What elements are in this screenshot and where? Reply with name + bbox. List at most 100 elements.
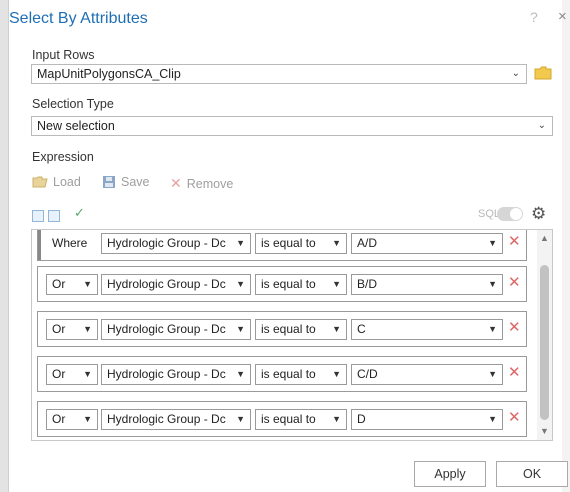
value-dropdown[interactable]: C ▼ [351, 319, 503, 340]
dropdown-arrow-icon: ▼ [330, 410, 341, 429]
operator-dropdown[interactable]: is equal to ▼ [255, 319, 347, 340]
close-icon[interactable]: × [558, 8, 567, 25]
right-panel-edge [562, 0, 570, 492]
remove-clause-icon[interactable]: ✕ [508, 363, 521, 381]
selection-type-value: New selection [37, 119, 115, 133]
connector-value: Or [52, 322, 66, 336]
field-value: Hydrologic Group - Dc [107, 412, 226, 426]
dropdown-arrow-icon: ▼ [330, 234, 341, 253]
field-value: Hydrologic Group - Dc [107, 277, 226, 291]
verify-check-icon[interactable]: ✓ [74, 205, 85, 221]
connector-dropdown[interactable]: Or ▼ [46, 274, 98, 295]
field-dropdown[interactable]: Hydrologic Group - Dc ▼ [101, 409, 251, 430]
input-rows-label: Input Rows [32, 48, 95, 62]
field-dropdown[interactable]: Hydrologic Group - Dc ▼ [101, 233, 251, 254]
connector-value: Or [52, 412, 66, 426]
value-text: B/D [357, 277, 378, 291]
chevron-down-icon[interactable]: ⌄ [512, 65, 520, 83]
remove-icon: ✕ [170, 175, 182, 191]
dropdown-arrow-icon: ▼ [330, 320, 341, 339]
field-value: Hydrologic Group - Dc [107, 367, 226, 381]
value-text: A/D [357, 236, 378, 250]
clause-mode-icon[interactable] [32, 210, 44, 222]
field-value: Hydrologic Group - Dc [107, 322, 226, 336]
save-label: Save [121, 175, 150, 189]
dropdown-arrow-icon: ▼ [234, 365, 245, 384]
field-dropdown[interactable]: Hydrologic Group - Dc ▼ [101, 364, 251, 385]
value-dropdown[interactable]: A/D ▼ [351, 233, 503, 254]
field-dropdown[interactable]: Hydrologic Group - Dc ▼ [101, 274, 251, 295]
remove-clause-icon[interactable]: ✕ [508, 273, 521, 291]
connector-dropdown[interactable]: Or ▼ [46, 364, 98, 385]
dropdown-arrow-icon: ▼ [486, 365, 497, 384]
value-text: D [357, 412, 366, 426]
connector-value: Or [52, 367, 66, 381]
row-drag-handle[interactable] [38, 230, 41, 260]
clause-connector: Where [46, 233, 98, 254]
operator-dropdown[interactable]: is equal to ▼ [255, 274, 347, 295]
chevron-down-icon[interactable]: ⌄ [538, 117, 546, 135]
selection-type-dropdown[interactable]: New selection ⌄ [31, 116, 553, 136]
connector-value: Or [52, 277, 66, 291]
dropdown-arrow-icon: ▼ [486, 410, 497, 429]
scroll-up-icon[interactable]: ▲ [540, 233, 549, 243]
connector-dropdown[interactable]: Or ▼ [46, 409, 98, 430]
operator-dropdown[interactable]: is equal to ▼ [255, 233, 347, 254]
help-icon[interactable]: ? [530, 9, 538, 25]
dropdown-arrow-icon: ▼ [486, 275, 497, 294]
operator-value: is equal to [261, 412, 316, 426]
expression-label: Expression [32, 150, 94, 164]
folder-open-icon [32, 176, 48, 188]
toggle-knob [510, 208, 522, 220]
left-panel-edge [0, 0, 9, 492]
sql-mode-icon[interactable] [48, 210, 60, 222]
dropdown-arrow-icon: ▼ [234, 234, 245, 253]
operator-dropdown[interactable]: is equal to ▼ [255, 409, 347, 430]
remove-clause-icon[interactable]: ✕ [508, 318, 521, 336]
operator-value: is equal to [261, 322, 316, 336]
dropdown-arrow-icon: ▼ [234, 320, 245, 339]
input-rows-value: MapUnitPolygonsCA_Clip [37, 67, 181, 81]
value-dropdown[interactable]: B/D ▼ [351, 274, 503, 295]
load-button[interactable]: Load [32, 175, 81, 189]
remove-label: Remove [186, 176, 234, 191]
folder-icon[interactable] [534, 66, 552, 80]
dropdown-arrow-icon: ▼ [81, 320, 92, 339]
apply-button[interactable]: Apply [414, 461, 486, 487]
input-rows-dropdown[interactable]: MapUnitPolygonsCA_Clip ⌄ [31, 64, 527, 84]
value-dropdown[interactable]: C/D ▼ [351, 364, 503, 385]
remove-clause-icon[interactable]: ✕ [508, 232, 521, 250]
operator-value: is equal to [261, 277, 316, 291]
scroll-thumb[interactable] [540, 265, 549, 420]
operator-value: is equal to [261, 236, 316, 250]
dropdown-arrow-icon: ▼ [81, 410, 92, 429]
clause-row: Where Hydrologic Group - Dc ▼ is equal to… [37, 230, 527, 261]
operator-value: is equal to [261, 367, 316, 381]
dropdown-arrow-icon: ▼ [81, 275, 92, 294]
sql-toggle[interactable] [497, 207, 523, 221]
field-value: Hydrologic Group - Dc [107, 236, 226, 250]
save-button[interactable]: Save [102, 175, 150, 189]
dropdown-arrow-icon: ▼ [234, 410, 245, 429]
dropdown-arrow-icon: ▼ [330, 275, 341, 294]
operator-dropdown[interactable]: is equal to ▼ [255, 364, 347, 385]
dropdown-arrow-icon: ▼ [330, 365, 341, 384]
scroll-down-icon[interactable]: ▼ [540, 426, 549, 436]
dropdown-arrow-icon: ▼ [81, 365, 92, 384]
clause-row: Or ▼ Hydrologic Group - Dc ▼ is equal to ▼ … [37, 401, 527, 437]
selection-type-label: Selection Type [32, 97, 114, 111]
remove-clause-icon[interactable]: ✕ [508, 408, 521, 426]
value-text: C/D [357, 367, 378, 381]
connector-dropdown[interactable]: Or ▼ [46, 319, 98, 340]
gear-icon[interactable]: ⚙ [531, 204, 546, 224]
value-dropdown[interactable]: D ▼ [351, 409, 503, 430]
save-icon [103, 176, 115, 188]
remove-button[interactable]: ✕ Remove [170, 175, 233, 192]
value-text: C [357, 322, 366, 336]
field-dropdown[interactable]: Hydrologic Group - Dc ▼ [101, 319, 251, 340]
clause-list[interactable]: Where Hydrologic Group - Dc ▼ is equal to… [31, 229, 553, 441]
ok-button[interactable]: OK [496, 461, 568, 487]
load-label: Load [53, 175, 81, 189]
vertical-scrollbar[interactable]: ▲ ▼ [537, 230, 552, 440]
dropdown-arrow-icon: ▼ [234, 275, 245, 294]
